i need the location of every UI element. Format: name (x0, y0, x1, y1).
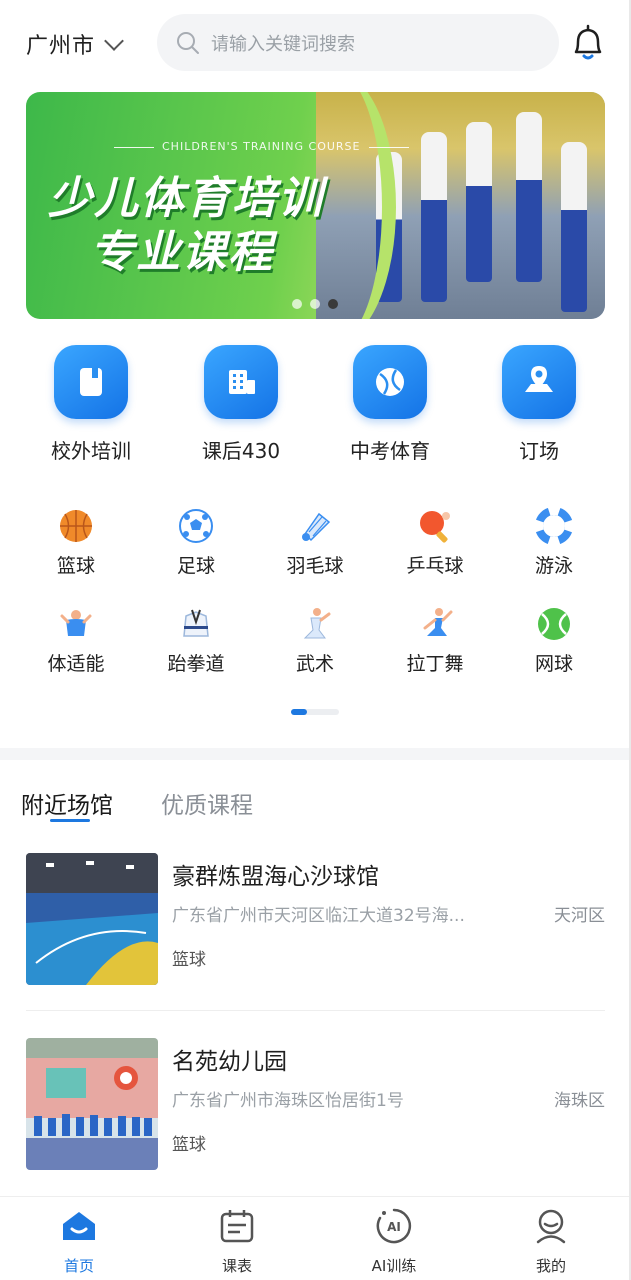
search-icon (177, 31, 199, 54)
venue-name: 豪群炼盟海心沙球馆 (172, 864, 379, 890)
sport-latin-dance[interactable]: 拉丁舞 (380, 605, 490, 676)
search-input[interactable]: 请输入关键词搜索 (157, 14, 559, 71)
banner-title-line2: 专业课程 (90, 227, 274, 278)
tab-nearby-venues[interactable]: 附近场馆 (21, 786, 113, 820)
nav-home[interactable]: 首页 (19, 1207, 139, 1276)
banner-pagination (292, 299, 338, 309)
nav-label: 课表 (221, 1257, 252, 1275)
taekwondo-icon (177, 605, 215, 643)
building-icon (204, 345, 278, 419)
bell-icon[interactable] (568, 22, 608, 64)
sports-pager-active (291, 709, 307, 715)
sport-swimming[interactable]: 游泳 (499, 507, 609, 578)
sport-basketball[interactable]: 篮球 (21, 507, 131, 578)
location-map-icon (502, 345, 576, 419)
banner-dot[interactable] (292, 299, 302, 309)
profile-icon (532, 1207, 570, 1245)
fitness-icon (57, 605, 95, 643)
sports-pager (291, 709, 339, 715)
venue-address: 广东省广州市天河区临江大道32号海... (172, 906, 465, 926)
tab-quality-courses[interactable]: 优质课程 (161, 786, 253, 820)
sport-label: 武术 (295, 653, 334, 675)
venue-tag: 篮球 (172, 950, 206, 970)
bottom-navigation: 首页 课表 AI AI训练 我的 (0, 1196, 631, 1280)
nav-label: 首页 (63, 1257, 94, 1275)
sport-taekwondo[interactable]: 跆拳道 (141, 605, 251, 676)
basketball-icon (57, 507, 95, 545)
banner-dot[interactable] (310, 299, 320, 309)
sport-label: 体适能 (47, 653, 105, 675)
nav-ai-training[interactable]: AI AI训练 (334, 1207, 454, 1276)
venue-tag: 篮球 (172, 1135, 206, 1155)
main-categories: 校外培训 课后430 中考体育 订场 (0, 345, 631, 465)
section-divider (0, 748, 631, 760)
football-icon (177, 507, 215, 545)
banner-subtitle: CHILDREN'S TRAINING COURSE (106, 140, 417, 153)
martial-arts-icon (296, 605, 334, 643)
nav-label: AI训练 (371, 1257, 417, 1275)
city-selector[interactable]: 广州市 (26, 26, 124, 62)
category-after-school-training[interactable]: 校外培训 (26, 345, 156, 464)
list-separator (26, 1010, 605, 1011)
book-icon (54, 345, 128, 419)
top-bar: 广州市 请输入关键词搜索 (0, 0, 631, 88)
category-pe-exam[interactable]: 中考体育 (325, 345, 455, 464)
sport-label: 跆拳道 (167, 653, 225, 675)
city-label: 广州市 (26, 34, 96, 59)
shuttlecock-icon (296, 507, 334, 545)
sport-label: 乒乓球 (406, 555, 464, 577)
sport-martial-arts[interactable]: 武术 (260, 605, 370, 676)
sport-label: 拉丁舞 (406, 653, 464, 675)
category-book-venue[interactable]: 订场 (474, 345, 604, 464)
venue-district: 天河区 (554, 906, 605, 926)
tennis-icon (535, 605, 573, 643)
tab-active-indicator (50, 819, 90, 822)
category-after-class-430[interactable]: 课后430 (176, 345, 306, 464)
ping-pong-icon (416, 507, 454, 545)
venue-district: 海珠区 (554, 1091, 605, 1111)
venue-name: 名苑幼儿园 (172, 1049, 287, 1075)
nav-schedule[interactable]: 课表 (177, 1207, 297, 1276)
venue-thumbnail (26, 1038, 158, 1170)
category-label: 订场 (519, 439, 559, 463)
sport-label: 游泳 (534, 555, 573, 577)
venue-card[interactable]: 豪群炼盟海心沙球馆 广东省广州市天河区临江大道32号海... 天河区 篮球 (26, 853, 605, 985)
sport-label: 网球 (534, 653, 573, 675)
venue-thumbnail (26, 853, 158, 985)
svg-text:AI: AI (387, 1220, 401, 1234)
category-label: 中考体育 (350, 439, 430, 463)
nav-profile[interactable]: 我的 (491, 1207, 611, 1276)
venue-card[interactable]: 名苑幼儿园 广东省广州市海珠区怡居街1号 海珠区 篮球 (26, 1038, 605, 1170)
sport-fitness[interactable]: 体适能 (21, 605, 131, 676)
latin-dance-icon (416, 605, 454, 643)
sport-label: 足球 (176, 555, 215, 577)
ai-icon: AI (375, 1207, 413, 1245)
banner-dot-active[interactable] (328, 299, 338, 309)
home-icon (60, 1207, 98, 1245)
venue-address: 广东省广州市海珠区怡居街1号 (172, 1091, 404, 1111)
lifebuoy-icon (535, 507, 573, 545)
category-label: 校外培训 (51, 439, 131, 463)
sport-badminton[interactable]: 羽毛球 (260, 507, 370, 578)
promo-banner[interactable]: CHILDREN'S TRAINING COURSE 少儿体育培训 专业课程 (26, 92, 605, 319)
sport-tennis[interactable]: 网球 (499, 605, 609, 676)
sport-ping-pong[interactable]: 乒乓球 (380, 507, 490, 578)
search-placeholder: 请输入关键词搜索 (211, 33, 355, 55)
sport-football[interactable]: 足球 (141, 507, 251, 578)
chevron-down-icon (104, 31, 124, 51)
sport-label: 篮球 (56, 555, 95, 577)
schedule-icon (218, 1207, 256, 1245)
nav-label: 我的 (535, 1257, 566, 1275)
category-label: 课后430 (201, 439, 281, 463)
ball-icon (353, 345, 427, 419)
sport-label: 羽毛球 (286, 555, 344, 577)
